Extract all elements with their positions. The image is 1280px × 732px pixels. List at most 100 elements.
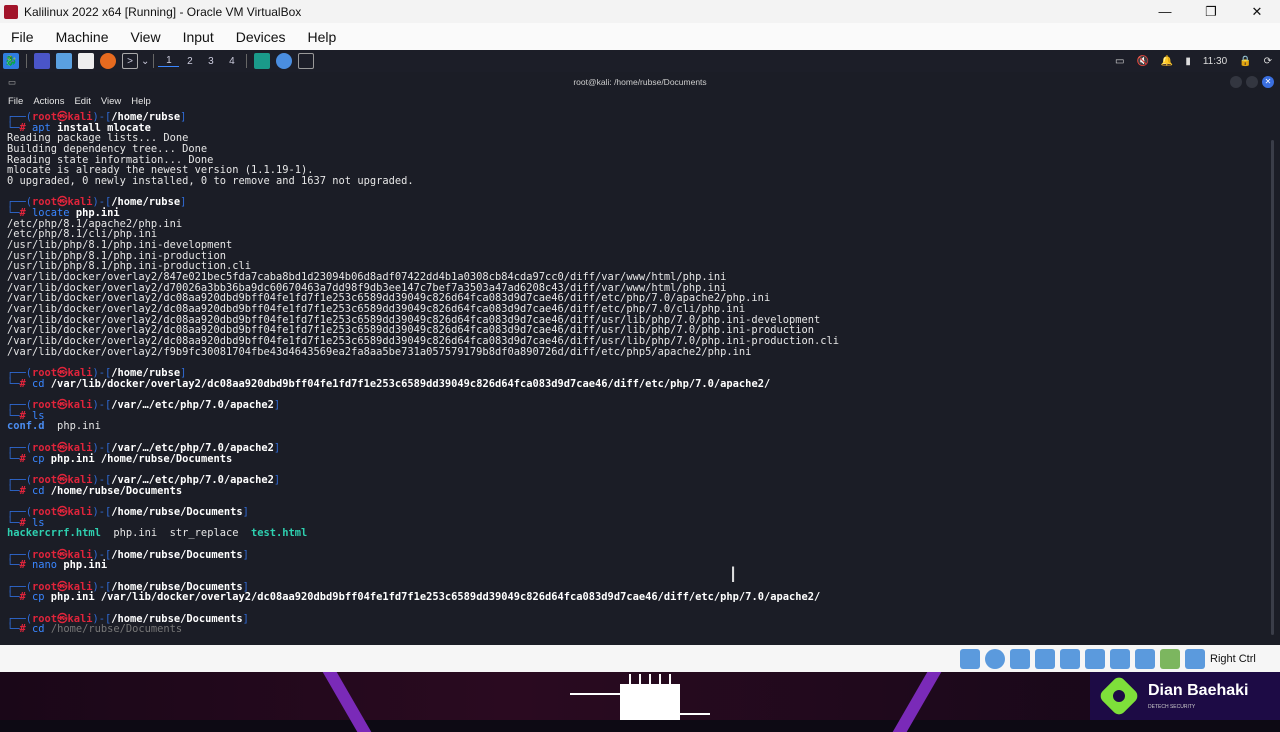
menu-view[interactable]: View: [119, 29, 171, 45]
text-editor-icon[interactable]: [78, 53, 94, 69]
prompt-frame: └─: [7, 452, 20, 465]
prompt-at-symbol: ㉿: [57, 505, 68, 518]
menu-machine[interactable]: Machine: [45, 29, 120, 45]
prompt-path: /home/rubse/Documents: [111, 548, 243, 561]
optical-drive-icon[interactable]: [985, 648, 1005, 669]
command-line: └─# locate php.ini: [7, 208, 1280, 219]
prompt-frame: )-[: [92, 399, 112, 412]
prompt-header: ┌──(root㉿kali)-[/home/rubse]: [7, 112, 1280, 123]
display-icon[interactable]: ▭: [1115, 56, 1124, 67]
prompt-path: /home/rubse/Documents: [111, 505, 243, 518]
browser-icon[interactable]: [276, 53, 293, 69]
display-status-icon[interactable]: [1110, 648, 1130, 669]
hard-disk-icon[interactable]: [960, 648, 980, 669]
network-icon[interactable]: [1035, 648, 1055, 669]
prompt-path: /var/…/etc/php/7.0/apache2: [111, 399, 274, 412]
minimize-button[interactable]: —: [1142, 0, 1188, 23]
close-button[interactable]: ✕: [1234, 0, 1280, 23]
terminal-menu-help[interactable]: Help: [126, 96, 156, 107]
prompt-frame: ]: [180, 111, 187, 123]
brand-logo-icon: [1097, 674, 1141, 718]
battery-icon[interactable]: ▮: [1185, 56, 1191, 67]
terminal-maximize-button[interactable]: [1246, 76, 1258, 88]
firefox-icon[interactable]: [100, 53, 116, 69]
menu-input[interactable]: Input: [172, 29, 225, 45]
terminal-output[interactable]: ┌──(root㉿kali)-[/home/rubse] └─# apt inst…: [0, 110, 1280, 645]
command-line: └─# cp php.ini /home/rubse/Documents: [7, 452, 1280, 465]
virtualbox-icon: [4, 4, 18, 19]
terminal-app-icon: ▭: [8, 77, 17, 87]
terminal-window-icon[interactable]: [298, 53, 315, 69]
output-line: /var/lib/docker/overlay2/f9b9fc30081704f…: [7, 345, 752, 358]
command-line: └─# ls: [7, 410, 1280, 422]
chevron-down-icon[interactable]: ⌄: [141, 56, 149, 67]
prompt-at-symbol: ㉿: [57, 399, 68, 412]
file-entry: conf.d: [7, 420, 45, 433]
prompt-frame: └─: [7, 377, 20, 390]
terminal-menu-file[interactable]: File: [0, 96, 28, 107]
prompt-host: kali: [67, 505, 93, 518]
workspace-2[interactable]: 2: [179, 56, 200, 67]
workspace-4[interactable]: 4: [221, 56, 242, 67]
prompt-frame: └─: [7, 623, 20, 636]
mute-icon[interactable]: 🔇: [1136, 56, 1148, 67]
cpu-icon[interactable]: [1185, 648, 1205, 669]
bell-icon[interactable]: 🔔: [1161, 56, 1173, 67]
guest-additions-icon[interactable]: [1160, 648, 1180, 669]
file-manager-icon[interactable]: [56, 53, 72, 69]
audio-icon[interactable]: [1010, 648, 1030, 669]
workspace-3[interactable]: 3: [200, 56, 221, 67]
video-background: [0, 672, 1280, 732]
command-line: └─# cd /home/rubse/Documents: [7, 484, 1280, 497]
command-name: cp: [32, 452, 45, 465]
terminal-scrollbar[interactable]: [1271, 140, 1274, 635]
menu-file[interactable]: File: [0, 29, 45, 45]
terminal-menu-actions[interactable]: Actions: [28, 96, 69, 107]
terminal-icon[interactable]: >: [122, 53, 138, 69]
command-args: /home/rubse/Documents: [44, 484, 183, 497]
maximize-button[interactable]: ❐: [1188, 0, 1234, 23]
command-name: cd: [32, 623, 45, 636]
output-line: 0 upgraded, 0 newly installed, 0 to remo…: [7, 175, 414, 188]
prompt-path: /home/rubse: [111, 196, 181, 209]
host-key-label: Right Ctrl: [1210, 652, 1256, 665]
kali-menu-icon[interactable]: 🐉: [3, 53, 19, 69]
recording-icon[interactable]: [1135, 648, 1155, 669]
brand-subtitle: DETECH SECURITY: [1148, 704, 1196, 710]
command-line: └─# apt install mlocate: [7, 122, 1280, 134]
prompt-frame: ]: [273, 399, 281, 412]
window-title: Kalilinux 2022 x64 [Running] - Oracle VM…: [24, 4, 302, 19]
workspace-1[interactable]: 1: [158, 55, 180, 67]
command-args: /var/lib/docker/overlay2/dc08aa920dbd9bf…: [44, 377, 771, 390]
prompt-frame: └─: [7, 559, 20, 572]
terminal-minimize-button[interactable]: [1230, 76, 1242, 88]
power-icon[interactable]: ⟳: [1264, 56, 1272, 67]
shared-folders-icon[interactable]: [1085, 648, 1105, 669]
command-name: cd: [32, 377, 45, 390]
prompt-frame: )-[: [92, 505, 112, 518]
clock[interactable]: 11:30: [1203, 56, 1227, 67]
menu-help[interactable]: Help: [297, 29, 348, 45]
desktop-icon[interactable]: [34, 53, 50, 69]
file-entry: php.ini str_replace: [100, 527, 251, 540]
command-line: └─# cd /home/rubse/Documents: [7, 624, 1280, 635]
prompt-header: ┌──(root㉿kali)-[/home/rubse/Documents]: [7, 507, 1280, 518]
terminal-close-button[interactable]: ✕: [1262, 76, 1274, 88]
terminal-menu-bar: File Actions Edit View Help: [0, 92, 1280, 110]
terminal-menu-edit[interactable]: Edit: [69, 96, 95, 107]
app-icon[interactable]: [254, 53, 271, 69]
brand-name: Dian Baehaki: [1148, 682, 1249, 699]
prompt-hash: #: [19, 559, 33, 572]
terminal-menu-view[interactable]: View: [96, 96, 126, 107]
prompt-frame: ]: [242, 548, 249, 561]
output-line: /etc/php/8.1/apache2/php.ini: [7, 217, 183, 230]
usb-icon[interactable]: [1060, 648, 1080, 669]
command-name: cp: [32, 591, 45, 604]
lock-icon[interactable]: 🔒: [1239, 56, 1251, 67]
prompt-frame: ]: [273, 441, 281, 454]
vm-menu-bar: File Machine View Input Devices Help: [0, 23, 1280, 50]
vm-status-bar: Right Ctrl: [0, 645, 1280, 672]
prompt-frame: └─: [7, 591, 20, 604]
menu-devices[interactable]: Devices: [225, 29, 297, 45]
